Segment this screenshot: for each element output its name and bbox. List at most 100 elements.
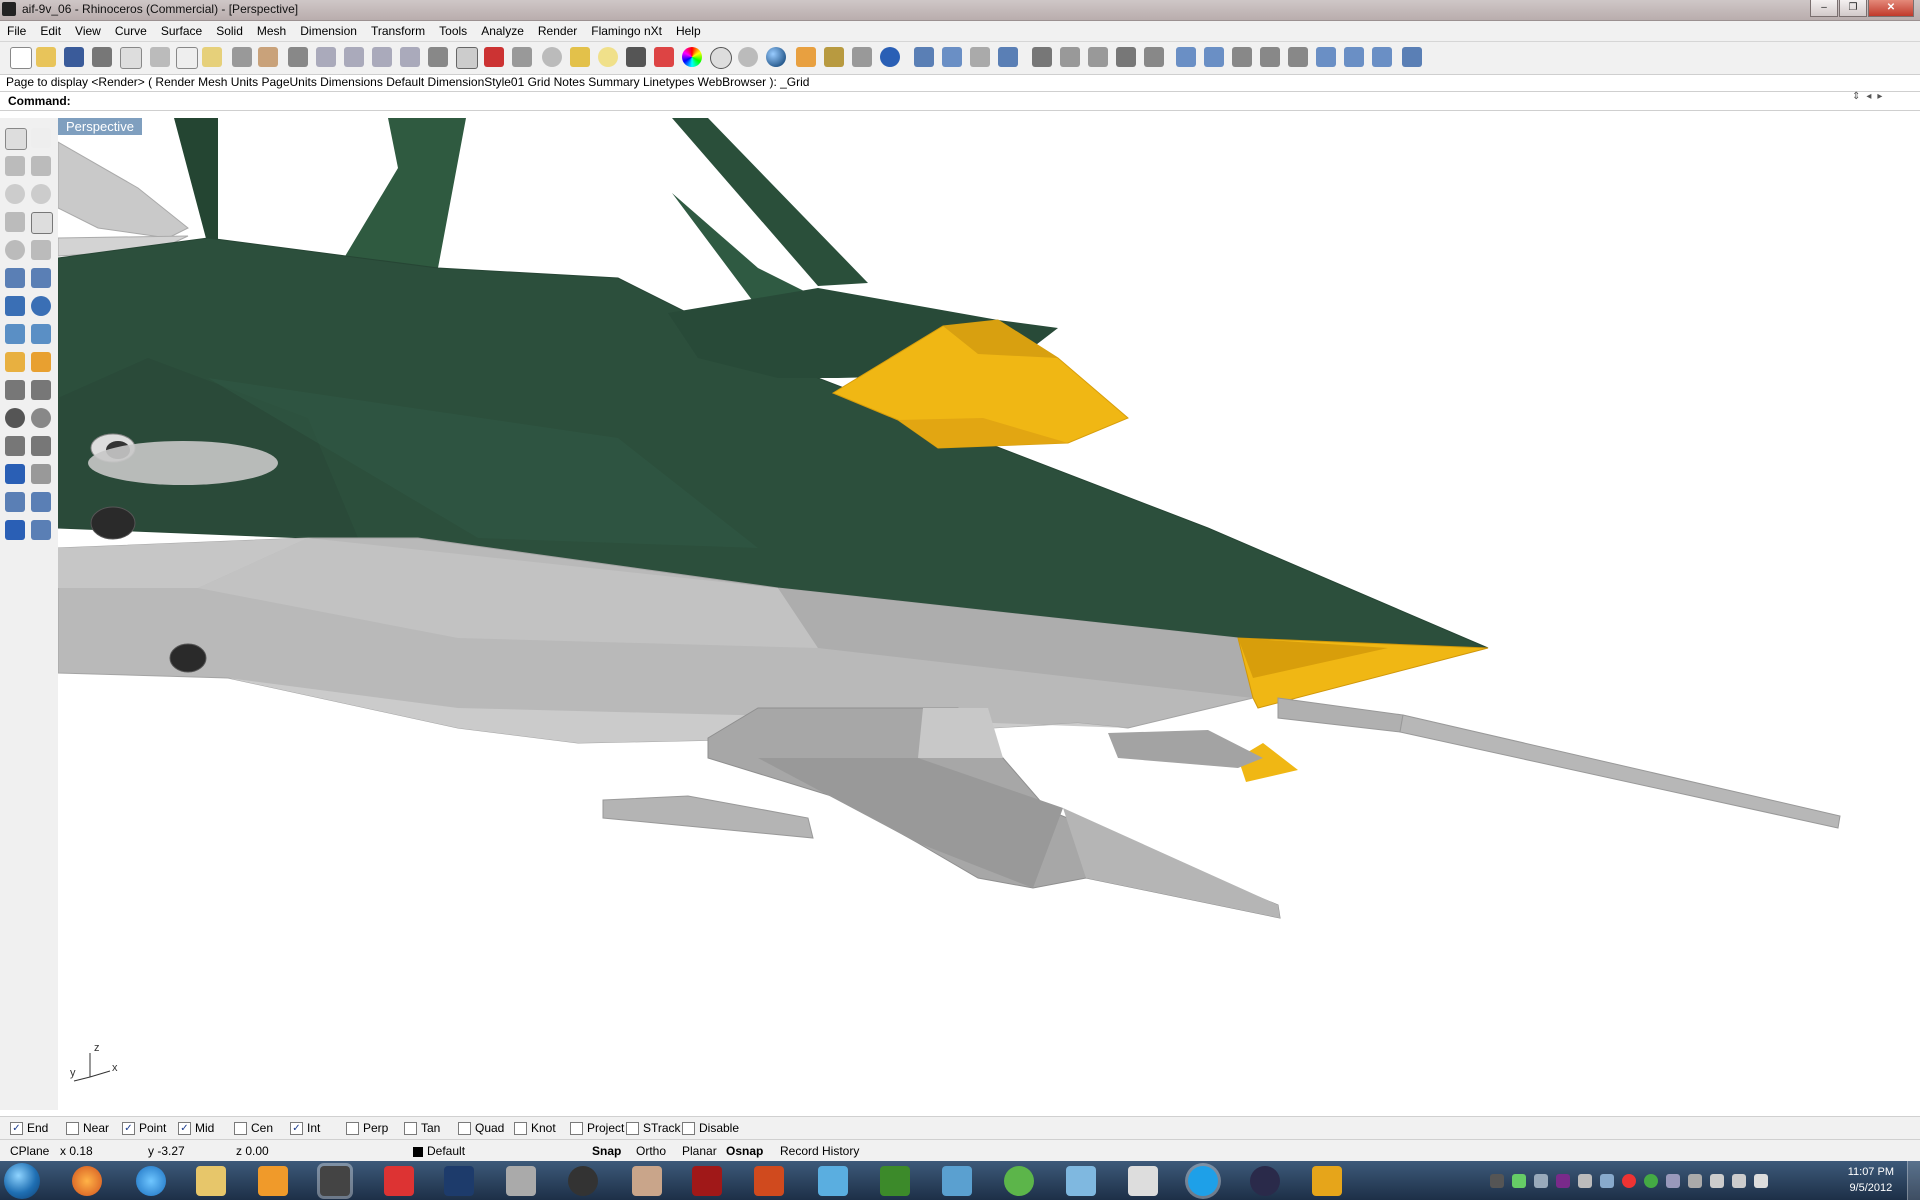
planar-toggle[interactable]: Planar bbox=[682, 1144, 717, 1158]
copy-file-icon[interactable] bbox=[120, 47, 142, 69]
folder-app-icon[interactable] bbox=[1312, 1166, 1342, 1196]
firefox-icon[interactable] bbox=[72, 1166, 102, 1196]
undo-view-icon[interactable] bbox=[428, 47, 448, 67]
scale-icon[interactable] bbox=[31, 464, 51, 484]
dots-vertical-icon[interactable] bbox=[970, 47, 990, 67]
cut-icon[interactable] bbox=[150, 47, 170, 67]
tray-green-dot-icon[interactable] bbox=[1644, 1174, 1658, 1188]
osnap-near[interactable]: Near bbox=[66, 1121, 109, 1135]
zoom-window-icon[interactable] bbox=[344, 47, 364, 67]
text-tool-icon[interactable] bbox=[5, 464, 25, 484]
osnap-mid[interactable]: ✓ Mid bbox=[178, 1121, 214, 1135]
polygon-icon[interactable] bbox=[5, 240, 25, 260]
osnap-project[interactable]: Project bbox=[570, 1121, 624, 1135]
record-history-toggle[interactable]: Record History bbox=[780, 1144, 859, 1158]
boolean-icon[interactable] bbox=[31, 296, 51, 316]
arc-icon[interactable] bbox=[5, 212, 25, 232]
undo-icon[interactable] bbox=[232, 47, 252, 67]
print-icon[interactable] bbox=[92, 47, 112, 67]
car-gray-icon[interactable] bbox=[512, 47, 532, 67]
ellipse-icon[interactable] bbox=[31, 184, 51, 204]
scroll-left-icon[interactable]: ◂ bbox=[1866, 91, 1871, 111]
current-layer[interactable]: Default bbox=[427, 1144, 465, 1158]
menu-render[interactable]: Render bbox=[531, 21, 584, 41]
solid-box-icon[interactable] bbox=[5, 296, 25, 316]
snap-toggle[interactable]: Snap bbox=[592, 1144, 621, 1158]
minimize-button[interactable]: – bbox=[1810, 0, 1838, 17]
array-icon[interactable] bbox=[5, 492, 25, 512]
paste-icon[interactable] bbox=[202, 47, 222, 67]
cylinder-icon[interactable] bbox=[5, 324, 25, 344]
bird-app-icon[interactable] bbox=[818, 1166, 848, 1196]
dreamweaver-icon[interactable] bbox=[1004, 1166, 1034, 1196]
menu-transform[interactable]: Transform bbox=[364, 21, 432, 41]
checkbox-end[interactable]: ✓ bbox=[10, 1121, 23, 1135]
scroll-right-icon[interactable]: ▸ bbox=[1877, 91, 1882, 111]
tray-volume-icon[interactable] bbox=[1754, 1174, 1768, 1188]
split-icon[interactable] bbox=[1288, 47, 1308, 67]
copy-icon[interactable] bbox=[176, 47, 198, 69]
checkbox-tan[interactable] bbox=[404, 1121, 417, 1135]
menu-view[interactable]: View bbox=[68, 21, 108, 41]
notes-app-icon[interactable] bbox=[1066, 1166, 1096, 1196]
rhino-app-icon[interactable] bbox=[2, 2, 16, 16]
dimension-tool-icon[interactable] bbox=[31, 520, 51, 540]
tray-power-icon[interactable] bbox=[1688, 1174, 1702, 1188]
media-player-icon[interactable] bbox=[258, 1166, 288, 1196]
tray-steam-icon[interactable] bbox=[1490, 1174, 1504, 1188]
menu-flamingo-nxt[interactable]: Flamingo nXt bbox=[584, 21, 669, 41]
osnap-tan[interactable]: Tan bbox=[404, 1121, 440, 1135]
media-eye-icon[interactable] bbox=[1250, 1166, 1280, 1196]
osnap-strack[interactable]: STrack bbox=[626, 1121, 681, 1135]
checkbox-int[interactable]: ✓ bbox=[290, 1121, 303, 1135]
light-icon[interactable] bbox=[796, 47, 816, 67]
revolve-icon[interactable] bbox=[31, 268, 51, 288]
wireframe-sphere-icon[interactable] bbox=[710, 47, 732, 69]
restore-button[interactable]: ❐ bbox=[1839, 0, 1867, 17]
open-folder-icon[interactable] bbox=[36, 47, 56, 67]
internet-explorer-icon[interactable] bbox=[136, 1166, 166, 1196]
array-grid-icon[interactable] bbox=[1032, 47, 1052, 67]
viewport-title[interactable]: Perspective bbox=[58, 118, 142, 135]
tray-network-icon[interactable] bbox=[1578, 1174, 1592, 1188]
system-clock[interactable]: 11:07 PM 9/5/2012 bbox=[1848, 1164, 1894, 1196]
menu-solid[interactable]: Solid bbox=[209, 21, 250, 41]
render-sphere-icon[interactable] bbox=[766, 47, 786, 67]
help-icon[interactable] bbox=[880, 47, 900, 67]
show-desktop-button[interactable] bbox=[1907, 1161, 1920, 1200]
checkbox-cen[interactable] bbox=[234, 1121, 247, 1135]
powerpoint-icon[interactable] bbox=[754, 1166, 784, 1196]
cplane-indicator[interactable]: CPlane bbox=[10, 1144, 49, 1158]
plane-icon[interactable] bbox=[31, 324, 51, 344]
split-tool-icon[interactable] bbox=[31, 380, 51, 400]
zoom-extents-icon[interactable] bbox=[372, 47, 392, 67]
extrude-icon[interactable] bbox=[1344, 47, 1364, 67]
fillet-edge-icon[interactable] bbox=[5, 436, 25, 456]
ortho-toggle[interactable]: Ortho bbox=[636, 1144, 666, 1158]
select-point-icon[interactable] bbox=[542, 47, 562, 67]
menu-analyze[interactable]: Analyze bbox=[474, 21, 531, 41]
lock-icon[interactable] bbox=[626, 47, 646, 67]
named-view-icon[interactable] bbox=[998, 47, 1018, 67]
dimension-icon[interactable] bbox=[852, 47, 872, 67]
surface-from-curves-icon[interactable] bbox=[5, 268, 25, 288]
transform-icon[interactable] bbox=[31, 492, 51, 512]
settings-gear-icon[interactable] bbox=[824, 47, 844, 67]
tray-signal-icon[interactable] bbox=[1732, 1174, 1746, 1188]
fillet-curve-icon[interactable] bbox=[31, 240, 51, 260]
tray-flag-icon[interactable] bbox=[1710, 1174, 1724, 1188]
menu-mesh[interactable]: Mesh bbox=[250, 21, 293, 41]
tray-app-icon[interactable] bbox=[1600, 1174, 1614, 1188]
command-input[interactable] bbox=[76, 93, 1800, 109]
chamfer-icon[interactable] bbox=[31, 436, 51, 456]
zbrush-icon[interactable] bbox=[506, 1166, 536, 1196]
cage-edit-icon[interactable] bbox=[1402, 47, 1422, 67]
edit-points-icon[interactable] bbox=[1144, 47, 1164, 67]
mesh-grid-icon[interactable] bbox=[1116, 47, 1136, 67]
object-props-icon[interactable] bbox=[570, 47, 590, 67]
checkbox-mid[interactable]: ✓ bbox=[178, 1121, 191, 1135]
osnap-toggle[interactable]: Osnap bbox=[726, 1144, 763, 1158]
car-icon[interactable] bbox=[484, 47, 504, 67]
menu-help[interactable]: Help bbox=[669, 21, 708, 41]
rhino-taskbar-icon[interactable] bbox=[320, 1166, 350, 1196]
